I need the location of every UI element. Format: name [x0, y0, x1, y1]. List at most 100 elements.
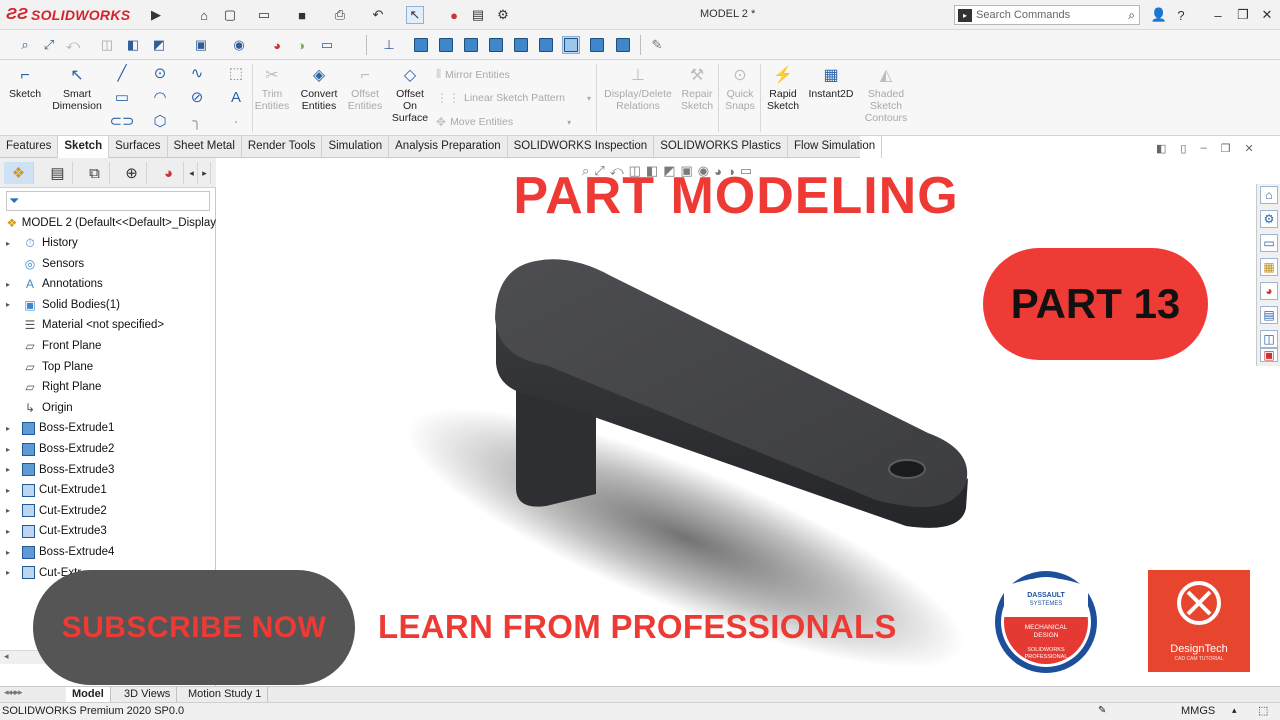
- instant2d-button[interactable]: ▦ Instant2D: [806, 66, 856, 100]
- tree-item[interactable]: ▸ Boss-Extrude3: [0, 460, 216, 480]
- user-account-icon[interactable]: 👤: [1150, 6, 1168, 24]
- appearances-icon[interactable]: ◕: [1260, 282, 1278, 300]
- dimetric-view-icon[interactable]: [614, 36, 632, 54]
- undo-icon[interactable]: ↶: [369, 6, 387, 24]
- tree-item[interactable]: ▸ Boss-Extrude1: [0, 418, 216, 438]
- tree-item[interactable]: ▱ Top Plane: [0, 357, 216, 377]
- feature-tree-filter[interactable]: ⏷: [6, 191, 210, 211]
- tree-item[interactable]: ▸ A Annotations: [0, 274, 216, 294]
- expand-arrow-icon[interactable]: ▸: [6, 548, 16, 557]
- quick-snaps-button[interactable]: ⊙ Quick Snaps: [722, 66, 758, 112]
- line-icon[interactable]: ╱: [112, 64, 132, 82]
- forum-icon[interactable]: ◫: [1260, 330, 1278, 348]
- tree-item[interactable]: ▸ Cut-Extrude1: [0, 480, 216, 500]
- tab-3d-views[interactable]: 3D Views: [118, 687, 178, 702]
- display-style-icon[interactable]: ▣: [192, 36, 210, 54]
- viewport-close-icon[interactable]: ✕: [1244, 142, 1253, 158]
- display-delete-relations-button[interactable]: ⊥ Display/Delete Relations: [600, 66, 676, 112]
- tree-item[interactable]: ▸ Cut-Extrude3: [0, 521, 216, 541]
- scroll-right-icon[interactable]: ▸: [199, 162, 211, 184]
- tab-simulation[interactable]: Simulation: [322, 136, 390, 158]
- tree-item[interactable]: ▱ Front Plane: [0, 336, 216, 356]
- slot-icon[interactable]: ⊂⊃: [109, 112, 134, 130]
- sketch-button[interactable]: ⌐ Sketch: [4, 66, 46, 100]
- viewport-minimize-icon[interactable]: –: [1200, 142, 1206, 158]
- expand-arrow-icon[interactable]: ▸: [6, 506, 16, 515]
- display-manager-tab-icon[interactable]: ◕: [154, 162, 184, 184]
- tree-item[interactable]: ▱ Right Plane: [0, 377, 216, 397]
- custom-properties-icon[interactable]: ▤: [1260, 306, 1278, 324]
- design-library-icon[interactable]: ⚙: [1260, 210, 1278, 228]
- ellipse-icon[interactable]: ⊘: [187, 88, 207, 106]
- expand-arrow-icon[interactable]: ▸: [6, 527, 16, 536]
- zoom-to-fit-icon[interactable]: ⌕: [16, 36, 34, 54]
- new-document-icon[interactable]: ▢: [221, 6, 239, 24]
- mirror-entities-button[interactable]: ⫴ Mirror Entities: [436, 67, 510, 82]
- tree-item[interactable]: ◎ Sensors: [0, 254, 216, 274]
- top-view-icon[interactable]: [512, 36, 530, 54]
- previous-view-icon[interactable]: ⤺: [64, 36, 82, 54]
- circle-icon[interactable]: ⊙: [150, 64, 170, 82]
- tab-features[interactable]: Features: [0, 136, 59, 158]
- view-orientation-icon[interactable]: ◩: [150, 36, 168, 54]
- tab-surfaces[interactable]: Surfaces: [109, 136, 168, 158]
- feature-manager-tab-icon[interactable]: ❖: [4, 162, 34, 184]
- search-icon[interactable]: ⌕: [1128, 8, 1135, 23]
- rebuild-status-icon[interactable]: ✎: [1098, 705, 1106, 716]
- tree-item[interactable]: ▸ ▣ Solid Bodies(1): [0, 295, 216, 315]
- apply-scene-icon[interactable]: ◑: [292, 36, 310, 54]
- search-commands-input[interactable]: ▸ Search Commands ⌕: [954, 5, 1140, 25]
- print-icon[interactable]: ⎙: [331, 6, 349, 24]
- expand-arrow-icon[interactable]: ▸: [6, 239, 16, 248]
- sketch-grid-icon[interactable]: ⬚: [226, 64, 246, 82]
- file-properties-icon[interactable]: ▤: [469, 6, 487, 24]
- back-view-icon[interactable]: [437, 36, 455, 54]
- options-gear-icon[interactable]: ⚙: [494, 6, 512, 24]
- edit-appearance-icon[interactable]: ◕: [268, 36, 286, 54]
- offset-on-surface-button[interactable]: ◇ Offset On Surface: [390, 66, 430, 124]
- front-view-icon[interactable]: [412, 36, 430, 54]
- trim-entities-button[interactable]: ✂ Trim Entities: [254, 66, 290, 112]
- tree-item[interactable]: ▸ Boss-Extrude2: [0, 439, 216, 459]
- repair-sketch-button[interactable]: ⚒ Repair Sketch: [678, 66, 716, 112]
- open-folder-icon[interactable]: ▭: [255, 6, 273, 24]
- tab-model[interactable]: Model: [66, 687, 111, 702]
- view-palette-icon[interactable]: ▦: [1260, 258, 1278, 276]
- restore-icon[interactable]: ❐: [1233, 6, 1253, 24]
- solidworks-resources-icon[interactable]: ⌂: [1260, 186, 1278, 204]
- right-view-icon[interactable]: [487, 36, 505, 54]
- subscribe-banner[interactable]: SUBSCRIBE NOW: [33, 570, 355, 685]
- search-scope-icon[interactable]: ▸: [958, 8, 972, 22]
- minimize-icon[interactable]: –: [1208, 6, 1228, 24]
- graphics-area[interactable]: [216, 158, 1280, 686]
- tab-motion-study-1[interactable]: Motion Study 1: [182, 687, 269, 702]
- toolbox-icon[interactable]: ▣: [1260, 348, 1278, 362]
- convert-entities-button[interactable]: ◈ Convert Entities: [296, 66, 342, 112]
- configuration-manager-tab-icon[interactable]: ⧉: [80, 162, 110, 184]
- hide-show-items-icon[interactable]: ◉: [230, 36, 248, 54]
- tab-scroll-arrows[interactable]: ◂◂◂▸▸: [4, 687, 23, 698]
- normal-to-icon[interactable]: ⊥: [380, 36, 398, 54]
- select-arrow-icon[interactable]: ↖: [406, 6, 424, 24]
- expand-arrow-icon[interactable]: ▸: [6, 568, 16, 577]
- arc-icon[interactable]: ◠: [150, 88, 170, 106]
- section-view-icon[interactable]: ◫: [98, 36, 116, 54]
- viewport-restore-icon[interactable]: ❐: [1221, 142, 1231, 158]
- solidworks-logo[interactable]: ƧƧ SOLIDWORKS: [6, 5, 130, 25]
- tab-render-tools[interactable]: Render Tools: [242, 136, 323, 158]
- spline-icon[interactable]: ∿: [187, 64, 207, 82]
- viewport-split-icon[interactable]: ▯: [1180, 142, 1186, 158]
- save-icon[interactable]: ■: [293, 6, 311, 24]
- trimetric-view-icon[interactable]: [588, 36, 606, 54]
- tab-analysis-preparation[interactable]: Analysis Preparation: [389, 136, 508, 158]
- tree-item[interactable]: ▸ Boss-Extrude4: [0, 542, 216, 562]
- view-settings-icon[interactable]: ▭: [318, 36, 336, 54]
- expand-menu-icon[interactable]: ▶: [147, 6, 165, 24]
- move-entities-button[interactable]: ✥ Move Entities ▾: [436, 115, 571, 129]
- bottom-view-icon[interactable]: [537, 36, 555, 54]
- zoom-to-area-icon[interactable]: ⤢: [40, 36, 58, 54]
- rectangle-icon[interactable]: ▭: [112, 88, 132, 106]
- property-manager-tab-icon[interactable]: ▤: [43, 162, 73, 184]
- expand-arrow-icon[interactable]: ▸: [6, 300, 16, 309]
- units-selector[interactable]: MMGS: [1181, 705, 1215, 717]
